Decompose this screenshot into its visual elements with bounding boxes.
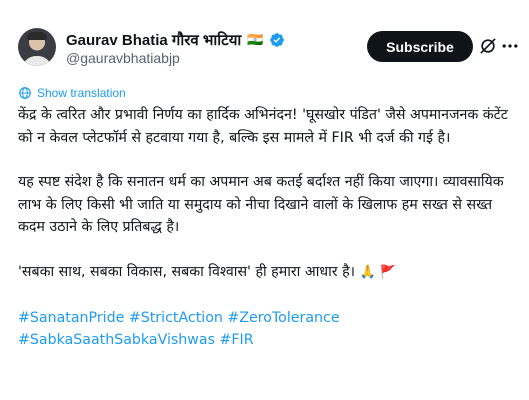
author-name-row: Gaurav Bhatia गौरव भाटिया 🇮🇳 <box>66 30 285 50</box>
post-paragraph-3-text: 'सबका साथ, सबका विकास, सबका विश्वास' ही … <box>18 263 355 280</box>
avatar-shirt <box>22 56 52 66</box>
hashtags-line-2[interactable]: #SabkaSaathSabkaVishwas #FIR <box>18 332 254 348</box>
verified-badge-icon[interactable] <box>269 32 285 48</box>
author-handle[interactable]: @gauravbhatiabjp <box>66 50 180 66</box>
hashtags-line-1[interactable]: #SanatanPride #StrictAction #ZeroToleran… <box>18 310 340 326</box>
hashtags: #SanatanPride #StrictAction #ZeroToleran… <box>18 307 523 352</box>
post-paragraph-2: यह स्पष्ट संदेश है कि सनातन धर्म का अपमा… <box>18 174 504 236</box>
post-paragraph-1: केंद्र के त्वरित और प्रभावी निर्णय का हा… <box>18 107 508 146</box>
show-translation-link[interactable]: Show translation <box>18 86 126 100</box>
grok-icon[interactable] <box>478 36 498 56</box>
author-display-name[interactable]: Gaurav Bhatia गौरव भाटिया <box>66 30 241 50</box>
subscribe-button[interactable]: Subscribe <box>367 31 473 62</box>
avatar[interactable] <box>18 28 56 66</box>
post-header: Gaurav Bhatia गौरव भाटिया 🇮🇳 @gauravbhat… <box>18 26 518 72</box>
show-translation-label[interactable]: Show translation <box>37 86 126 100</box>
globe-icon <box>19 87 31 99</box>
india-flag-icon: 🇮🇳 <box>247 32 264 48</box>
post-paragraph-3: 'सबका साथ, सबका विकास, सबका विश्वास' ही … <box>18 261 523 285</box>
post-body: केंद्र के त्वरित और प्रभावी निर्णय का हा… <box>18 104 523 352</box>
folded-hands-flag-emoji: 🙏 🚩 <box>359 264 397 280</box>
more-icon[interactable] <box>500 36 520 56</box>
avatar-hair <box>27 32 47 40</box>
